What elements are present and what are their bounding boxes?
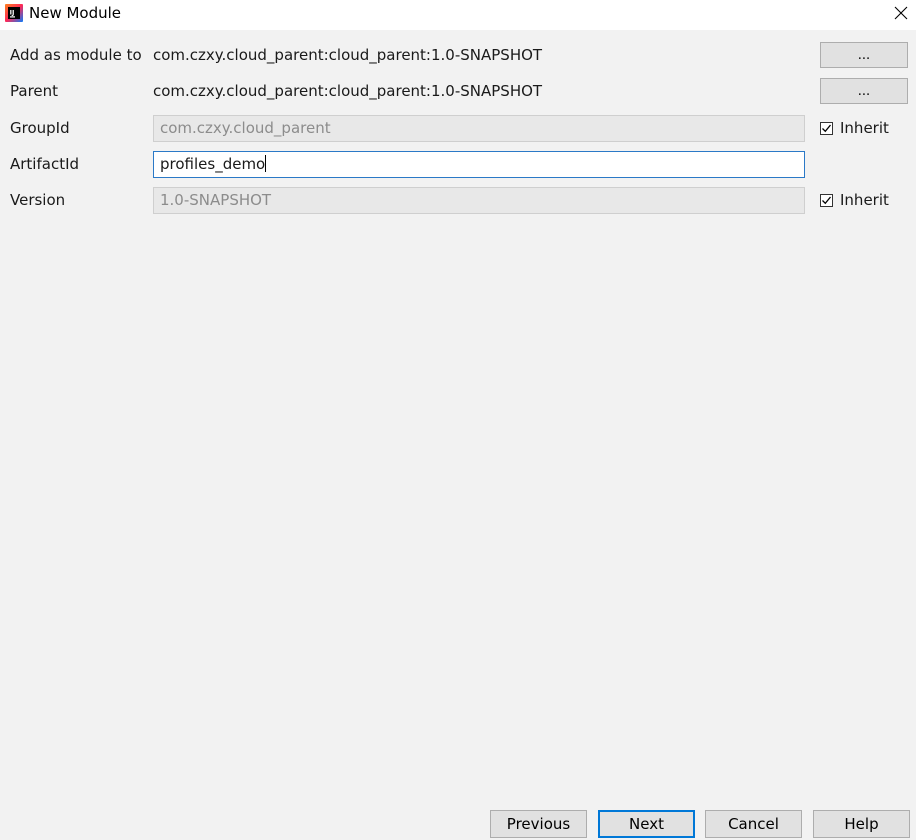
artifact-id-value: profiles_demo [160,155,266,173]
cancel-button[interactable]: Cancel [705,810,802,838]
group-id-value: com.czxy.cloud_parent [160,119,331,137]
window-title: New Module [29,4,122,22]
version-field[interactable]: 1.0-SNAPSHOT [153,187,805,214]
intellij-idea-icon: IJ [5,4,23,22]
add-as-module-to-value: com.czxy.cloud_parent:cloud_parent:1.0-S… [153,46,543,64]
version-value: 1.0-SNAPSHOT [160,191,272,209]
group-id-inherit-checkbox[interactable]: Inherit [820,118,889,138]
close-button[interactable] [886,0,916,26]
parent-label: Parent [10,82,59,100]
version-inherit-label: Inherit [840,191,889,209]
close-icon [894,6,908,20]
svg-text:IJ: IJ [10,9,15,17]
version-label: Version [10,191,66,209]
checkmark-icon [822,124,832,132]
checkbox-box[interactable] [820,193,833,207]
checkmark-icon [822,196,832,204]
group-id-inherit-label: Inherit [840,119,889,137]
version-inherit-checkbox[interactable]: Inherit [820,190,889,210]
next-button[interactable]: Next [598,810,695,838]
title-bar: IJ New Module [0,0,916,30]
artifact-id-label: ArtifactId [10,155,80,173]
group-id-label: GroupId [10,119,70,137]
add-as-module-to-browse-button[interactable]: ... [820,42,908,68]
artifact-id-input[interactable]: profiles_demo [153,151,805,178]
checkbox-box[interactable] [820,121,833,135]
text-caret [265,155,267,172]
previous-button[interactable]: Previous [490,810,587,838]
add-as-module-to-label: Add as module to [10,46,142,64]
group-id-field[interactable]: com.czxy.cloud_parent [153,115,805,142]
parent-value: com.czxy.cloud_parent:cloud_parent:1.0-S… [153,82,543,100]
new-module-dialog: IJ New Module Add as module to com.czxy.… [0,0,916,840]
parent-browse-button[interactable]: ... [820,78,908,104]
help-button[interactable]: Help [813,810,910,838]
